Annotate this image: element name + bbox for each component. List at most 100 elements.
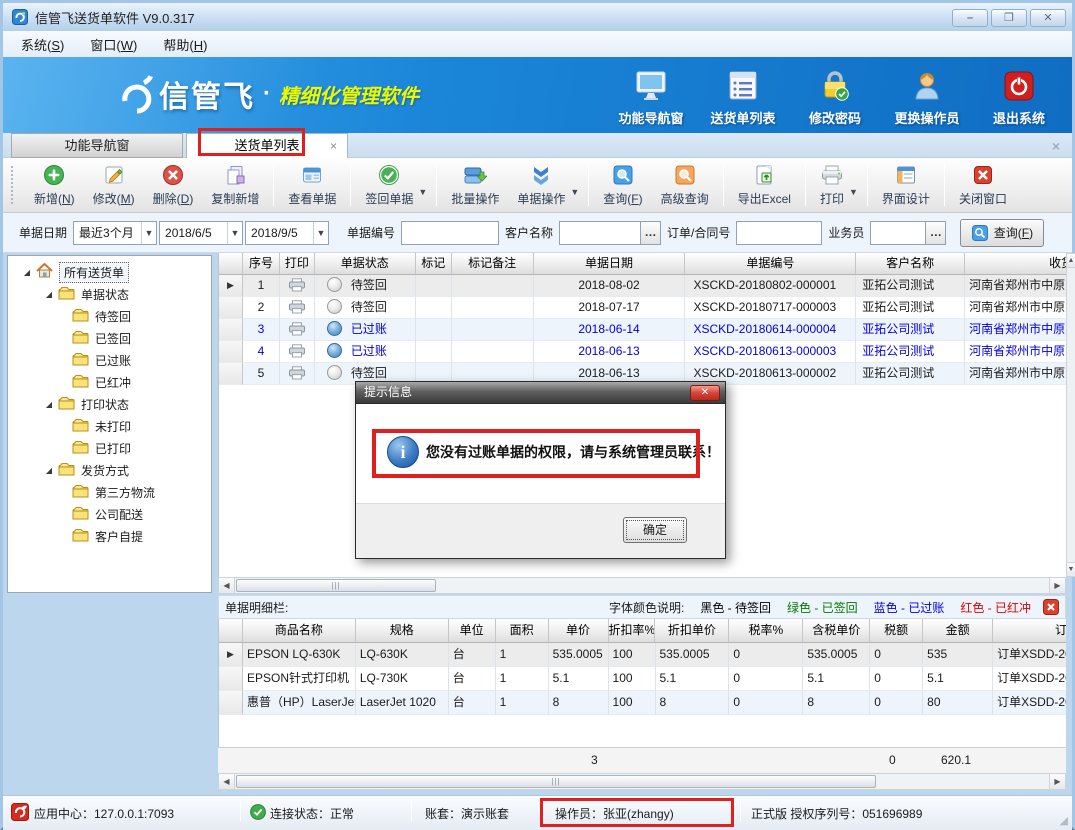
- batch-ops-button[interactable]: 批量操作: [442, 161, 508, 209]
- grid-col-header[interactable]: 收货: [965, 253, 1066, 275]
- search-button[interactable]: 查询(F): [960, 219, 1044, 247]
- detail-hscrollbar[interactable]: ◀ ||| ▶: [218, 773, 1066, 790]
- date-from-select[interactable]: 2018/6/5▼: [159, 221, 243, 245]
- chevron-down-icon[interactable]: ▼: [313, 222, 328, 244]
- grid-col-header[interactable]: 单据日期: [534, 253, 686, 275]
- tree-item-all[interactable]: ◢所有送货单: [8, 261, 211, 283]
- customer-lookup-button[interactable]: …: [641, 221, 661, 245]
- chevron-down-icon[interactable]: ▼: [227, 222, 242, 244]
- grid-col-header[interactable]: 客户名称: [856, 253, 965, 275]
- salesman-input[interactable]: [870, 221, 926, 245]
- detail-row[interactable]: ▶EPSON LQ-630KLQ-630K台1535.0005100535.00…: [219, 643, 1066, 667]
- detail-col-header[interactable]: 折扣率%: [609, 619, 656, 643]
- order-input[interactable]: [736, 221, 822, 245]
- sign-back-button[interactable]: 签回单据: [356, 161, 422, 209]
- detail-col-header[interactable]: 含税单价: [803, 619, 870, 643]
- delivery-list-button[interactable]: 送货单列表: [704, 65, 782, 127]
- chevron-down-icon[interactable]: ▼: [141, 222, 156, 244]
- detail-col-header[interactable]: 单价: [549, 619, 609, 643]
- tab-close-icon[interactable]: ×: [330, 134, 337, 158]
- tree-item-2-0[interactable]: 第三方物流: [8, 481, 211, 503]
- add-button[interactable]: 新增(N): [25, 161, 84, 209]
- scrollbar-thumb[interactable]: |||: [236, 579, 436, 592]
- tree-expander-icon[interactable]: ◢: [22, 268, 32, 277]
- tab-nav-window[interactable]: 功能导航窗: [11, 133, 183, 158]
- detail-col-header[interactable]: 税率%: [729, 619, 803, 643]
- doc-no-input[interactable]: [401, 221, 499, 245]
- scroll-left-icon[interactable]: ◀: [219, 774, 235, 789]
- tree-group-2[interactable]: ◢发货方式: [8, 459, 211, 481]
- chevron-down-icon[interactable]: ▼: [418, 187, 427, 197]
- tree-expander-icon[interactable]: ◢: [44, 400, 54, 409]
- tree-item-0-0[interactable]: 待签回: [8, 305, 211, 327]
- nav-window-button[interactable]: 功能导航窗: [612, 65, 690, 127]
- grid-vscrollbar[interactable]: ▲▼: [1066, 253, 1075, 577]
- grid-col-header[interactable]: 标记: [416, 253, 452, 275]
- tree-item-1-0[interactable]: 未打印: [8, 415, 211, 437]
- copy-new-button[interactable]: 复制新增: [202, 161, 268, 209]
- tree-expander-icon[interactable]: ◢: [44, 466, 54, 475]
- exit-system-button[interactable]: 退出系统: [980, 65, 1058, 127]
- grid-col-header[interactable]: 单据编号: [685, 253, 856, 275]
- grid-row[interactable]: 2待签回2018-07-17XSCKD-20180717-000003亚拓公司测…: [219, 297, 1066, 319]
- scroll-right-icon[interactable]: ▶: [1049, 774, 1065, 789]
- tree-item-1-1[interactable]: 已打印: [8, 437, 211, 459]
- grid-row[interactable]: 3已过账2018-06-14XSCKD-20180614-000004亚拓公司测…: [219, 319, 1066, 341]
- minimize-button[interactable]: –: [952, 9, 988, 27]
- tree-item-0-3[interactable]: 已红冲: [8, 371, 211, 393]
- scrollbar-thumb[interactable]: |||: [236, 775, 876, 788]
- detail-col-header[interactable]: 税额: [870, 619, 923, 643]
- grid-col-header[interactable]: 标记备注: [452, 253, 534, 275]
- menu-window[interactable]: 窗口(W): [90, 35, 137, 54]
- detail-row[interactable]: 惠普（HP）LaserJetLaserJet 1020台18100808080订…: [219, 691, 1066, 715]
- tree-item-2-2[interactable]: 客户自提: [8, 525, 211, 547]
- grid-hscrollbar[interactable]: ◀ ||| ▶: [218, 577, 1066, 594]
- menu-help[interactable]: 帮助(H): [163, 35, 207, 54]
- maximize-button[interactable]: ❐: [991, 9, 1027, 27]
- tree-item-0-2[interactable]: 已过账: [8, 349, 211, 371]
- close-button[interactable]: ✕: [1030, 9, 1066, 27]
- dialog-close-button[interactable]: ✕: [690, 385, 720, 401]
- grid-row[interactable]: ▶1待签回2018-08-02XSCKD-20180802-000001亚拓公司…: [219, 275, 1066, 297]
- ui-design-button[interactable]: 界面设计: [873, 161, 939, 209]
- customer-input[interactable]: [559, 221, 641, 245]
- delete-button[interactable]: 删除(D): [144, 161, 203, 209]
- detail-col-header[interactable]: 折扣单价: [655, 619, 729, 643]
- grid-col-header[interactable]: 打印: [280, 253, 315, 275]
- salesman-lookup-button[interactable]: …: [926, 221, 946, 245]
- scroll-left-icon[interactable]: ◀: [219, 578, 235, 593]
- tree-group-1[interactable]: ◢打印状态: [8, 393, 211, 415]
- scroll-right-icon[interactable]: ▶: [1049, 578, 1065, 593]
- tabstrip-close-icon[interactable]: ×: [1052, 138, 1060, 154]
- detail-col-header[interactable]: 面积: [496, 619, 549, 643]
- view-doc-button[interactable]: 查看单据: [279, 161, 345, 209]
- doc-ops-button[interactable]: 单据操作: [508, 161, 574, 209]
- menu-system[interactable]: 系统(S): [21, 35, 64, 54]
- change-password-button[interactable]: 修改密码: [796, 65, 874, 127]
- detail-row[interactable]: EPSON针式打印机LQ-730K台15.11005.105.105.1订单XS…: [219, 667, 1066, 691]
- detail-col-header[interactable]: 金额: [923, 619, 993, 643]
- adv-query-button[interactable]: 高级查询: [652, 161, 718, 209]
- export-excel-button[interactable]: 导出Excel: [729, 161, 800, 209]
- grid-col-header[interactable]: 单据状态: [315, 253, 416, 275]
- detail-col-header[interactable]: 商品名称: [243, 619, 356, 643]
- close-window-button[interactable]: 关闭窗口: [950, 161, 1016, 209]
- detail-col-header[interactable]: 规格: [356, 619, 449, 643]
- tree-group-0[interactable]: ◢单据状态: [8, 283, 211, 305]
- resize-grip[interactable]: ◢: [1060, 814, 1068, 827]
- tree-item-0-1[interactable]: 已签回: [8, 327, 211, 349]
- date-to-select[interactable]: 2018/9/5▼: [245, 221, 329, 245]
- close-detail-icon[interactable]: [1043, 599, 1059, 615]
- print-button[interactable]: 打印: [811, 161, 853, 209]
- grid-row[interactable]: 4已过账2018-06-13XSCKD-20180613-000003亚拓公司测…: [219, 341, 1066, 363]
- ok-button[interactable]: 确定: [623, 517, 687, 543]
- detail-col-header[interactable]: 订单: [993, 619, 1066, 643]
- modify-button[interactable]: 修改(M): [84, 161, 144, 209]
- date-range-select[interactable]: 最近3个月▼: [73, 221, 157, 245]
- chevron-down-icon[interactable]: ▼: [570, 187, 579, 197]
- chevron-down-icon[interactable]: ▼: [849, 187, 858, 197]
- tree-item-2-1[interactable]: 公司配送: [8, 503, 211, 525]
- tree-expander-icon[interactable]: ◢: [44, 290, 54, 299]
- switch-operator-button[interactable]: 更换操作员: [888, 65, 966, 127]
- grid-col-header[interactable]: 序号: [243, 253, 280, 275]
